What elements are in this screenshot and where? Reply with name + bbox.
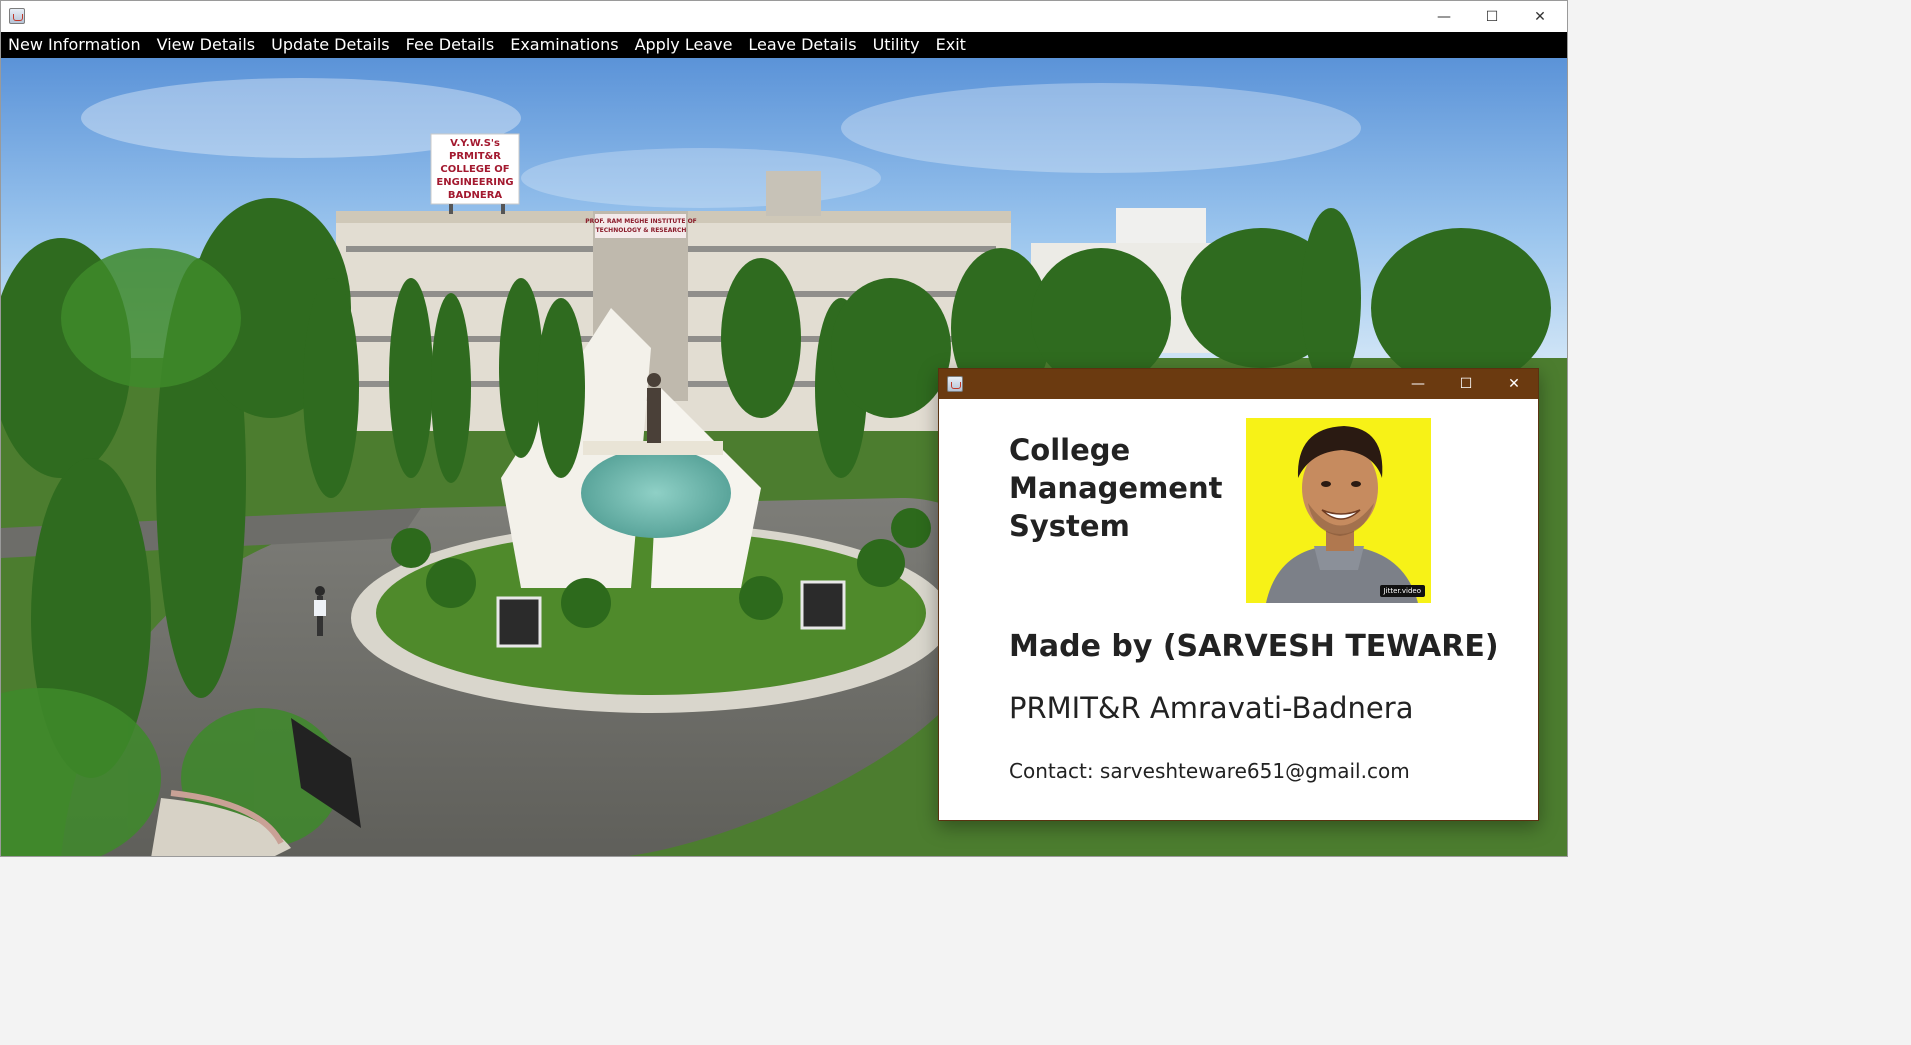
maximize-icon: ☐ (1459, 376, 1473, 392)
rooftop-sign-line4: ENGINEERING (436, 177, 513, 188)
facade-sign-line1: PROF. RAM MEGHE INSTITUTE OF (585, 218, 697, 225)
dialog-maximize-button[interactable]: ☐ (1443, 369, 1489, 399)
maximize-icon: ☐ (1485, 8, 1499, 25)
close-icon: ✕ (1534, 8, 1546, 25)
minimize-icon: — (1411, 376, 1425, 392)
menu-examinations[interactable]: Examinations (503, 32, 627, 58)
main-window: — ☐ ✕ New Information View Details Updat… (0, 0, 1568, 857)
close-button[interactable]: ✕ (1517, 1, 1563, 32)
menu-utility[interactable]: Utility (866, 32, 929, 58)
contact-label: Contact: sarveshteware651@gmail.com (1009, 759, 1410, 783)
rooftop-sign-line1: V.Y.W.S's (450, 138, 500, 149)
facade-sign-line2: TECHNOLOGY & RESEARCH (596, 227, 687, 234)
made-by-label: Made by (SARVESH TEWARE) (1009, 629, 1499, 664)
college-name: PRMIT&R Amravati-Badnera (1009, 691, 1414, 725)
menu-fee-details[interactable]: Fee Details (399, 32, 504, 58)
about-dialog: — ☐ ✕ College Management System Jitter.v… (938, 368, 1539, 821)
close-icon: ✕ (1508, 376, 1520, 392)
minimize-button[interactable]: — (1421, 1, 1467, 32)
app-title-line2: Management (1009, 471, 1223, 505)
menu-view-details[interactable]: View Details (150, 32, 265, 58)
menu-update-details[interactable]: Update Details (264, 32, 399, 58)
title-bar: — ☐ ✕ (1, 1, 1567, 32)
dialog-close-button[interactable]: ✕ (1491, 369, 1537, 399)
app-title-line3: System (1009, 509, 1130, 543)
rooftop-sign-line3: COLLEGE OF (440, 164, 509, 175)
java-app-icon (9, 8, 25, 24)
app-title: College Management System (1009, 431, 1222, 545)
menu-exit[interactable]: Exit (929, 32, 975, 58)
menu-leave-details[interactable]: Leave Details (741, 32, 865, 58)
dialog-minimize-button[interactable]: — (1395, 369, 1441, 399)
rooftop-sign-line5: BADNERA (448, 190, 503, 201)
photo-watermark: Jitter.video (1379, 585, 1425, 597)
minimize-icon: — (1437, 8, 1451, 25)
about-dialog-titlebar: — ☐ ✕ (939, 369, 1538, 399)
menu-bar: New Information View Details Update Deta… (1, 32, 1567, 58)
maximize-button[interactable]: ☐ (1469, 1, 1515, 32)
author-photo: Jitter.video (1246, 418, 1431, 603)
app-title-line1: College (1009, 433, 1131, 467)
menu-new-information[interactable]: New Information (1, 32, 150, 58)
java-app-icon (947, 376, 963, 392)
menu-apply-leave[interactable]: Apply Leave (628, 32, 742, 58)
rooftop-sign-line2: PRMIT&R (449, 151, 501, 162)
